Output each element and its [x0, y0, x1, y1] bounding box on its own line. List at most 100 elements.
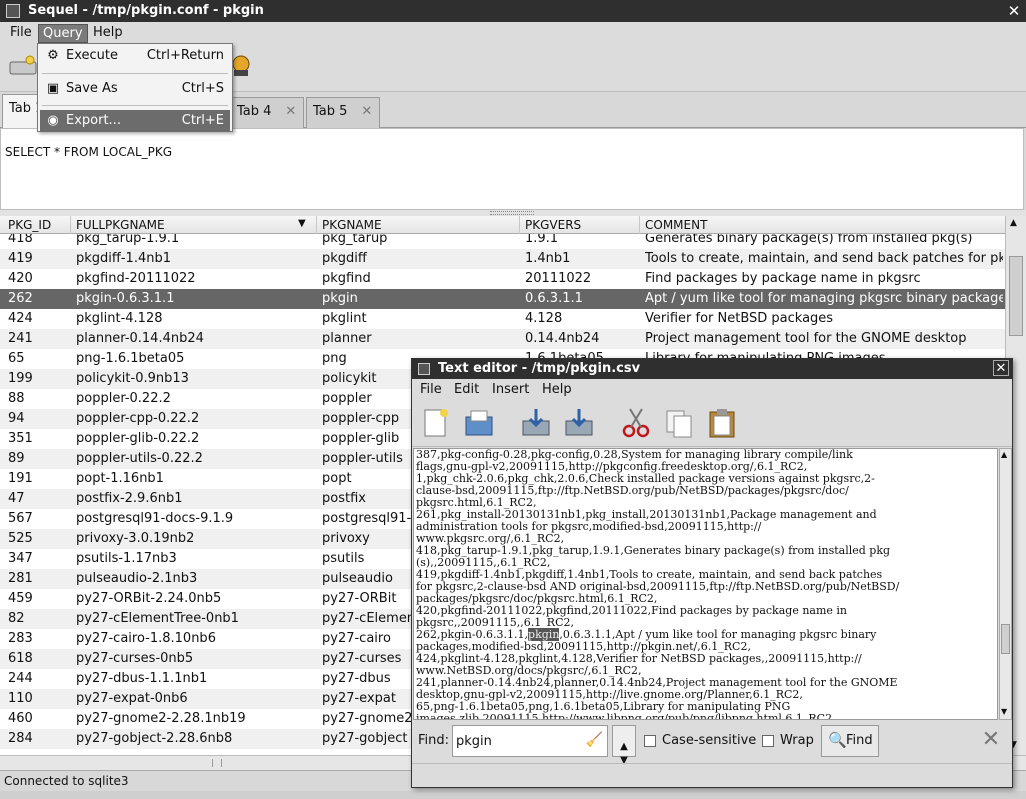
table-row[interactable]: 420 pkgfind-20111022 pkgfind 20111022 Find p…	[0, 269, 1005, 289]
table-cell: 1.9.1	[525, 234, 559, 246]
save-as-icon[interactable]	[563, 407, 595, 439]
export-shortcut: Ctrl+E	[181, 113, 224, 128]
case-sensitive-checkbox[interactable]	[644, 735, 656, 747]
query-text: SELECT * FROM LOCAL_PKG	[5, 145, 173, 159]
copy-icon[interactable]	[663, 407, 695, 439]
menu-help[interactable]: Help	[89, 24, 127, 43]
table-cell: Find packages by package name in pkgsrc	[645, 271, 921, 286]
scroll-up-icon[interactable]: ▲	[1010, 218, 1017, 228]
table-cell: postgresql91-docs-9.1.9	[76, 511, 234, 526]
execute-label: Execute	[66, 48, 118, 63]
tab-4-close-icon[interactable]: ✕	[285, 104, 296, 119]
table-cell: poppler-cpp-0.22.2	[76, 411, 200, 426]
editor-line: images,zlib,20091115,http://www.libpng.o…	[416, 712, 836, 720]
text-editor-window: Text editor - /tmp/pkgin.csv ✕ File Edit…	[411, 358, 1013, 788]
cut-icon[interactable]	[620, 407, 652, 439]
main-title-bar: Sequel - /tmp/pkgin.conf - pkgin ✕	[0, 0, 1026, 22]
connect-icon[interactable]	[8, 54, 38, 78]
table-cell: 94	[8, 411, 25, 426]
table-row[interactable]: 418 pkg_tarup-1.9.1 pkg_tarup 1.9.1 Generate…	[0, 234, 1005, 249]
new-document-icon[interactable]	[420, 407, 452, 439]
table-cell: py27-cElementTree-0nb1	[76, 611, 239, 626]
table-cell: pulseaudio-2.1nb3	[76, 571, 198, 586]
table-row[interactable]: 419 pkgdiff-1.4nb1 pkgdiff 1.4nb1 Tools to c…	[0, 249, 1005, 269]
wrap-label: Wrap	[780, 733, 814, 748]
table-cell: 244	[8, 671, 33, 686]
col-header-pkg-id[interactable]: PKG_ID	[8, 218, 51, 232]
table-cell: 351	[8, 431, 33, 446]
save-icon[interactable]	[520, 407, 552, 439]
clear-broom-icon[interactable]: 🧹	[586, 732, 603, 748]
text-editor-close-button[interactable]: ✕	[993, 360, 1009, 376]
window-title: Sequel - /tmp/pkgin.conf - pkgin	[28, 3, 264, 18]
menu-query[interactable]: Query	[38, 24, 88, 43]
query-menu-save-as[interactable]: ▣ Save As Ctrl+S	[40, 78, 230, 100]
text-editor-content[interactable]: 387,pkg-config-0.28,pkg-config,0.28,Syst…	[413, 448, 998, 720]
te-menu-insert[interactable]: Insert	[492, 382, 529, 397]
table-cell: 89	[8, 451, 25, 466]
tab-5-close-icon[interactable]: ✕	[361, 104, 372, 119]
menu-file[interactable]: File	[6, 24, 36, 43]
table-cell: py27-expat-0nb6	[76, 691, 188, 706]
table-cell: policykit-0.9nb13	[76, 371, 189, 386]
table-cell: Project management tool for the GNOME de…	[645, 331, 967, 346]
table-cell: py27-gobject-2.28.6nb8	[76, 731, 233, 746]
tab-4-label: Tab 4	[237, 104, 272, 119]
table-row[interactable]: 262 pkgin-0.6.3.1.1 pkgin 0.6.3.1.1 Apt / yu…	[0, 289, 1005, 309]
find-history-spinner[interactable]: ▲ ▼	[612, 725, 636, 766]
save-icon: ▣	[46, 81, 60, 96]
grid-scroll-thumb[interactable]	[1009, 256, 1023, 336]
col-header-comment[interactable]: COMMENT	[645, 218, 707, 232]
wrap-checkbox[interactable]	[762, 735, 774, 747]
te-menu-file[interactable]: File	[420, 382, 442, 397]
te-scroll-up-icon[interactable]: ▲	[1001, 450, 1007, 459]
table-cell: py27-ORBit-2.24.0nb5	[76, 591, 222, 606]
table-cell: 525	[8, 531, 33, 546]
te-scroll-down-icon[interactable]: ▼	[1001, 707, 1007, 716]
table-cell: pkglint-4.128	[76, 311, 163, 326]
table-cell: Tools to create, maintain, and send back…	[645, 251, 1003, 266]
splitter-grip[interactable]	[490, 211, 534, 215]
table-cell: 241	[8, 331, 33, 346]
paste-icon[interactable]	[706, 407, 738, 439]
col-header-fullpkgname[interactable]: FULLPKGNAME	[76, 218, 165, 232]
table-cell: pkg_tarup	[322, 234, 388, 246]
tab-4[interactable]: Tab 4 ✕	[230, 97, 304, 128]
text-editor-scrollbar[interactable]: ▲ ▼	[999, 448, 1012, 720]
table-cell: 65	[8, 351, 25, 366]
window-menu-icon[interactable]	[6, 4, 20, 18]
text-editor-toolbar	[412, 401, 1012, 447]
tab-5[interactable]: Tab 5 ✕	[306, 97, 380, 128]
text-editor-window-icon[interactable]	[418, 363, 430, 375]
te-menu-edit[interactable]: Edit	[454, 382, 479, 397]
table-cell: popt-1.16nb1	[76, 471, 164, 486]
query-menu-execute[interactable]: ⚙ Execute Ctrl+Return	[40, 45, 230, 67]
query-editor[interactable]: SELECT * FROM LOCAL_PKG	[0, 128, 1024, 210]
save-as-label: Save As	[66, 81, 118, 96]
query-menu-export[interactable]: ◉ Export... Ctrl+E	[40, 110, 230, 132]
te-scroll-thumb[interactable]	[1001, 624, 1010, 654]
table-row[interactable]: 241 planner-0.14.4nb24 planner 0.14.4nb24 Pr…	[0, 329, 1005, 349]
table-cell: 20111022	[525, 271, 592, 286]
find-close-icon[interactable]: ✕	[980, 729, 1002, 751]
menubar: File Query Help	[0, 22, 1026, 44]
col-header-pkgvers[interactable]: PKGVERS	[525, 218, 581, 232]
table-cell: 618	[8, 651, 33, 666]
table-cell: 47	[8, 491, 25, 506]
find-button[interactable]: 🔍 Find	[821, 725, 879, 757]
open-folder-icon[interactable]	[463, 407, 495, 439]
find-input[interactable]: pkgin 🧹	[452, 725, 608, 757]
hscroll-grip[interactable]	[212, 759, 222, 767]
table-cell: 281	[8, 571, 33, 586]
find-label: Find:	[418, 733, 450, 748]
export-label: Export...	[66, 113, 121, 128]
table-cell: 199	[8, 371, 33, 386]
table-cell: 110	[8, 691, 33, 706]
table-cell: poppler-utils-0.22.2	[76, 451, 203, 466]
table-row[interactable]: 424 pkglint-4.128 pkglint 4.128 Verifier for…	[0, 309, 1005, 329]
col-header-pkgname[interactable]: PKGNAME	[322, 218, 382, 232]
table-cell: 459	[8, 591, 33, 606]
window-close-button[interactable]: ✕	[1006, 3, 1022, 19]
te-menu-help[interactable]: Help	[542, 382, 572, 397]
table-cell: 0.6.3.1.1	[525, 291, 583, 306]
